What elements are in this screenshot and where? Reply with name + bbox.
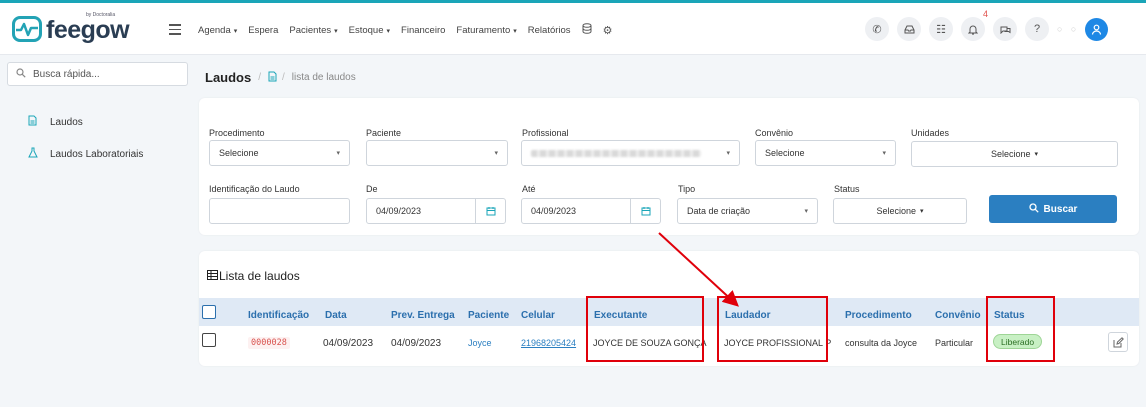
annotation-arrow	[658, 232, 739, 307]
